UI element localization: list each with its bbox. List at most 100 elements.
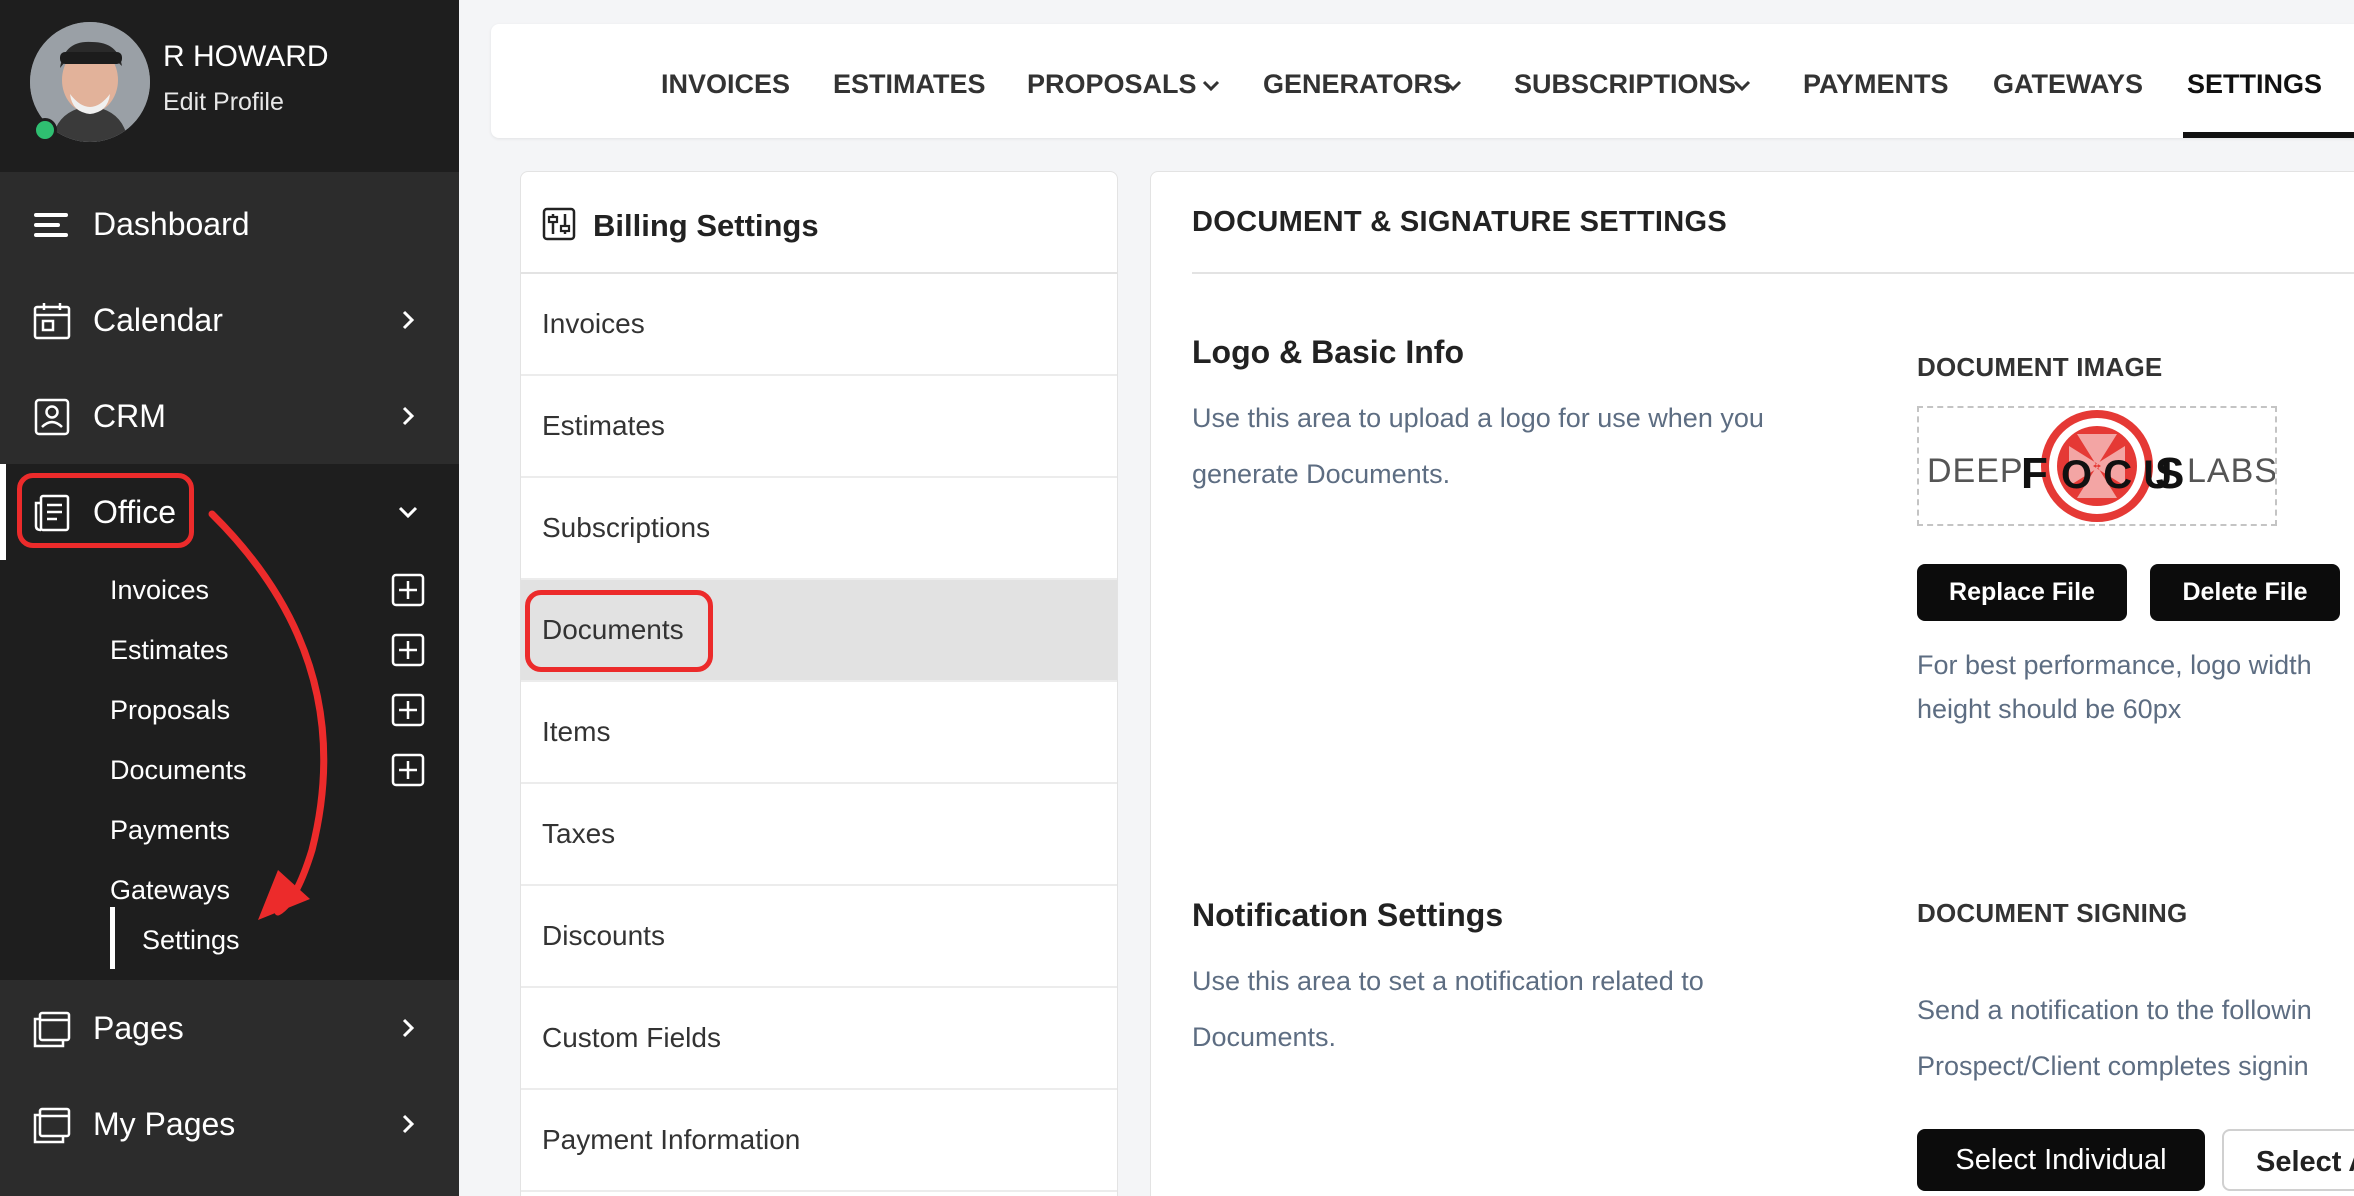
logo-letter-s: S (2155, 449, 2184, 498)
billing-menu-subscriptions[interactable]: Subscriptions (521, 478, 1117, 580)
menu-label: Items (542, 716, 611, 747)
top-navigation: INVOICES ESTIMATES PROPOSALS GENERATORS … (491, 24, 2354, 138)
menu-label: Subscriptions (542, 512, 711, 543)
sidebar-subitem-settings[interactable]: Settings (0, 910, 459, 970)
logo-size-hint-line2: height should be 60px (1917, 694, 2182, 724)
sidebar: R HOWARD Edit Profile Dashboard Calendar… (0, 0, 459, 1196)
billing-settings-header: Billing Settings (521, 172, 1117, 274)
document-settings-panel: DOCUMENT & SIGNATURE SETTINGS Logo & Bas… (1150, 171, 2354, 1196)
menu-label: Payment Information (542, 1124, 801, 1155)
tab-label: SUBSCRIPTIONS (1514, 69, 1737, 99)
add-document-icon[interactable] (391, 753, 425, 787)
document-image-label: DOCUMENT IMAGE (1917, 352, 2163, 382)
sidebar-item-my-pages[interactable]: My Pages (0, 1076, 459, 1172)
menu-label: Invoices (542, 308, 645, 339)
document-settings-title: DOCUMENT & SIGNATURE SETTINGS (1192, 206, 1728, 238)
pages-icon (32, 1009, 72, 1049)
subitem-label: Documents (110, 755, 247, 785)
sidebar-item-label: Calendar (93, 302, 223, 338)
signing-notification-text: Send a notification to the followin (1917, 995, 2312, 1025)
sidebar-subitem-payments[interactable]: Payments (0, 800, 459, 860)
tab-label: GATEWAYS (1993, 69, 2144, 99)
logo-section-description: Use this area to upload a logo for use w… (1192, 403, 1764, 489)
edit-profile-link[interactable]: Edit Profile (163, 88, 284, 117)
menu-label: Estimates (542, 410, 665, 441)
select-all-button[interactable]: Select A (2222, 1129, 2354, 1191)
divider (1192, 272, 2354, 274)
sidebar-item-label: CRM (93, 398, 166, 434)
sidebar-item-dashboard[interactable]: Dashboard (0, 176, 459, 272)
billing-settings-title: Billing Settings (593, 208, 819, 243)
chevron-right-icon (396, 404, 420, 428)
logo-letter-f: F (2021, 449, 2048, 498)
billing-menu-items[interactable]: Items (521, 682, 1117, 784)
sidebar-item-calendar[interactable]: Calendar (0, 272, 459, 368)
sidebar-item-label: My Pages (93, 1106, 236, 1142)
chevron-right-icon (396, 1016, 420, 1040)
active-tab-underline (2183, 132, 2354, 138)
tab-label: PROPOSALS (1027, 69, 1197, 99)
chevron-down-icon (1201, 75, 1221, 95)
contact-card-icon (32, 397, 72, 437)
chevron-right-icon (396, 308, 420, 332)
menu-label: Discounts (542, 920, 665, 951)
subitem-label: Gateways (110, 875, 231, 905)
document-image-preview: DEEP F O C U S LABS (1917, 406, 2277, 526)
chevron-down-icon (1443, 75, 1463, 95)
documents-highlight-annotation (525, 590, 713, 672)
subitem-label: Proposals (110, 695, 231, 725)
logo-word-labs: LABS (2187, 452, 2275, 490)
subitem-label: Invoices (110, 575, 210, 605)
sidebar-subitem-documents[interactable]: Documents (0, 740, 459, 800)
sliders-settings-icon (542, 207, 576, 241)
billing-settings-panel: Billing Settings Invoices Estimates Subs… (520, 171, 1118, 1196)
office-highlight-annotation (17, 473, 194, 548)
sidebar-item-pages[interactable]: Pages (0, 980, 459, 1076)
document-signing-label: DOCUMENT SIGNING (1917, 898, 2188, 928)
tab-label: PAYMENTS (1803, 69, 1949, 99)
notification-section-title: Notification Settings (1192, 897, 1504, 933)
subitem-label: Estimates (110, 635, 229, 665)
signing-notification-text-line2: Prospect/Client completes signin (1917, 1051, 2309, 1081)
tab-label: SETTINGS (2187, 69, 2323, 99)
add-invoice-icon[interactable] (391, 573, 425, 607)
online-status-dot (33, 118, 57, 142)
sidebar-item-label: Pages (93, 1010, 184, 1046)
sidebar-subitem-estimates[interactable]: Estimates (0, 620, 459, 680)
billing-menu-invoices[interactable]: Invoices (521, 274, 1117, 376)
chevron-right-icon (396, 1112, 420, 1136)
company-logo-image: DEEP F O C U S LABS (1927, 410, 2275, 522)
subitem-label: Payments (110, 815, 231, 845)
tab-label: GENERATORS (1263, 69, 1452, 99)
calendar-icon (32, 301, 72, 341)
sidebar-subitem-proposals[interactable]: Proposals (0, 680, 459, 740)
profile-name: R HOWARD (163, 40, 329, 73)
add-estimate-icon[interactable] (391, 633, 425, 667)
select-individual-button[interactable]: Select Individual (1917, 1129, 2205, 1191)
billing-menu-custom-fields[interactable]: Custom Fields (521, 988, 1117, 1090)
logo-size-hint: For best performance, logo width (1917, 650, 2312, 680)
tab-label: ESTIMATES (833, 69, 986, 99)
sidebar-subitem-invoices[interactable]: Invoices (0, 560, 459, 620)
menu-label: Taxes (542, 818, 616, 849)
chevron-down-icon (1732, 75, 1752, 95)
delete-file-button[interactable]: Delete File (2150, 564, 2340, 621)
logo-section-title: Logo & Basic Info (1192, 334, 1464, 370)
billing-menu-discounts[interactable]: Discounts (521, 886, 1117, 988)
logo-word-deep: DEEP (1927, 452, 2024, 490)
notification-section-description: Use this area to set a notification rela… (1192, 966, 1704, 1052)
menu-lines-icon (32, 205, 72, 245)
sidebar-item-crm[interactable]: CRM (0, 368, 459, 464)
billing-menu-taxes[interactable]: Taxes (521, 784, 1117, 886)
menu-label: Custom Fields (542, 1022, 721, 1053)
active-subitem-indicator (110, 907, 115, 969)
tab-label: INVOICES (661, 69, 791, 99)
billing-menu-payment-information[interactable]: Payment Information (521, 1090, 1117, 1192)
sidebar-item-label: Dashboard (93, 206, 250, 242)
chevron-down-icon (396, 500, 420, 524)
subitem-label: Settings (142, 925, 240, 955)
add-proposal-icon[interactable] (391, 693, 425, 727)
replace-file-button[interactable]: Replace File (1917, 564, 2127, 621)
profile-section: R HOWARD Edit Profile (0, 0, 459, 172)
billing-menu-estimates[interactable]: Estimates (521, 376, 1117, 478)
